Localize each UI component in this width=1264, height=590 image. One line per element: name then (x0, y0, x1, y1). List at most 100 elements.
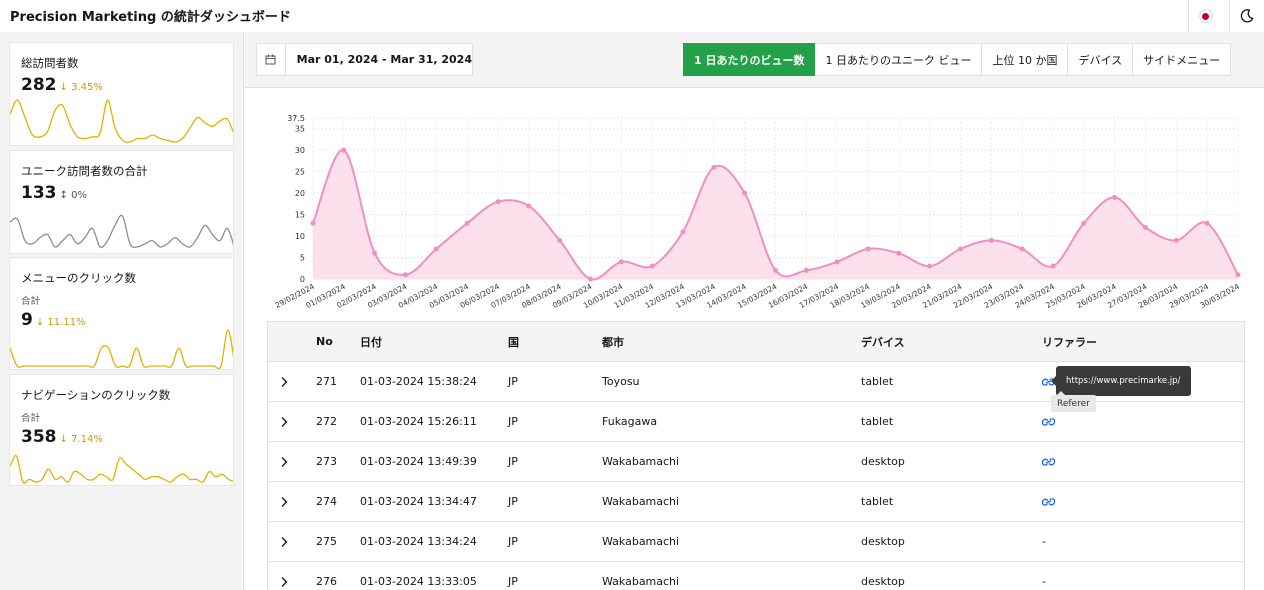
header-device[interactable]: デバイス (861, 322, 905, 361)
tab-daily-views[interactable]: 1 日あたりのビュー数 (683, 43, 816, 76)
data-point[interactable] (557, 237, 563, 243)
data-point[interactable] (372, 250, 378, 256)
y-tick-label: 20 (295, 189, 305, 198)
cell-city: Wakabamachi (602, 535, 680, 548)
data-point[interactable] (865, 246, 871, 252)
data-point[interactable] (433, 246, 439, 252)
cell-no: 271 (316, 375, 337, 388)
data-point[interactable] (1143, 224, 1148, 230)
header-city[interactable]: 都市 (602, 322, 624, 361)
row-expand-button[interactable] (280, 562, 288, 590)
table-body: 271 01-03-2024 15:38:24 JP Toyosu tablet 272 0… (268, 362, 1244, 590)
data-point[interactable] (803, 267, 809, 273)
data-point[interactable] (711, 164, 717, 170)
data-point[interactable] (649, 263, 655, 269)
header-date[interactable]: 日付 (360, 322, 382, 361)
cell-device: desktop (861, 575, 905, 588)
date-range-picker[interactable]: Mar 01, 2024 - Mar 31, 2024 (256, 43, 473, 76)
chevron-right-icon (281, 416, 288, 427)
data-point[interactable] (526, 203, 532, 209)
table-row[interactable]: 273 01-03-2024 13:49:39 JP Wakabamachi deskt… (268, 442, 1244, 482)
data-point[interactable] (495, 199, 501, 205)
data-point[interactable] (341, 147, 347, 153)
language-button[interactable] (1188, 0, 1222, 32)
data-point[interactable] (464, 220, 470, 226)
row-expand-button[interactable] (280, 482, 288, 521)
referrer-url-tooltip: https://www.precimarke.jp/ (1051, 366, 1191, 396)
y-tick-label: 30 (295, 146, 305, 155)
data-point[interactable] (403, 272, 408, 278)
cell-device: tablet (861, 495, 894, 508)
data-point[interactable] (1081, 220, 1087, 226)
y-tick-label: 10 (295, 232, 305, 241)
data-point[interactable] (958, 246, 963, 252)
chart-tabs: 1 日あたりのビュー数 1 日あたりのユニーク ビュー 上位 10 か国 デバイ… (683, 43, 1232, 76)
sparkline-path (10, 214, 233, 249)
referrer-link-icon[interactable] (1042, 442, 1055, 481)
japan-flag-icon (1198, 9, 1213, 23)
cell-city: Toyosu (602, 375, 640, 388)
row-expand-button[interactable] (280, 522, 288, 561)
sparkline (10, 214, 233, 249)
header-no[interactable]: No (316, 322, 333, 361)
tab-side-menu[interactable]: サイドメニュー (1133, 43, 1232, 76)
table-row[interactable]: 274 01-03-2024 13:34:47 JP Wakabamachi table… (268, 482, 1244, 522)
main-panel: Mar 01, 2024 - Mar 31, 2024 1 日あたりのビュー数 … (245, 32, 1264, 590)
data-point[interactable] (680, 229, 686, 235)
unique-visitors-card: ユニーク訪問者数の合計 133 ↕ 0% (9, 150, 234, 254)
cell-date: 01-03-2024 13:33:05 (360, 575, 477, 588)
cell-no: 273 (316, 455, 337, 468)
table-row[interactable]: 275 01-03-2024 13:34:24 JP Wakabamachi deskt… (268, 522, 1244, 562)
cell-city: Wakabamachi (602, 455, 680, 468)
menu-clicks-card: メニューのクリック数 合計 9 ↓ 11.11% (9, 257, 234, 370)
card-delta: ↕ 0% (59, 190, 87, 201)
row-expand-button[interactable] (280, 442, 288, 481)
card-value: 133 ↕ 0% (21, 183, 87, 203)
data-point[interactable] (310, 220, 316, 226)
app-title: Precision Marketing の統計ダッシュボード (10, 10, 291, 25)
tab-top-10-countries[interactable]: 上位 10 か国 (982, 43, 1069, 76)
data-point[interactable] (1204, 220, 1210, 226)
data-point[interactable] (1235, 272, 1241, 278)
data-point[interactable] (1173, 237, 1179, 243)
table-row[interactable]: 272 01-03-2024 15:26:11 JP Fukagawa tablet (268, 402, 1244, 442)
data-point[interactable] (988, 237, 994, 243)
card-subtitle: 合計 (21, 296, 41, 307)
header-country[interactable]: 国 (508, 322, 519, 361)
row-expand-button[interactable] (280, 362, 288, 401)
y-tick-label: 35 (295, 125, 305, 134)
card-delta: ↓ 7.14% (59, 434, 103, 445)
daily-views-chart: 0510152025303537.529/02/202401/03/202402… (274, 114, 1242, 310)
referrer-link-icon[interactable] (1042, 482, 1055, 521)
chevron-right-icon (281, 496, 288, 507)
table-row[interactable]: 276 01-03-2024 13:33:05 JP Wakabamachi deskt… (268, 562, 1244, 590)
data-point[interactable] (1019, 246, 1025, 252)
sparkline-path (10, 99, 233, 143)
data-point[interactable] (927, 263, 933, 269)
data-point[interactable] (742, 190, 748, 196)
tab-devices[interactable]: デバイス (1068, 43, 1134, 76)
card-title: ナビゲーションのクリック数 (21, 388, 171, 402)
tab-daily-unique-views[interactable]: 1 日あたりのユニーク ビュー (815, 43, 983, 76)
header-referrer[interactable]: リファラー (1042, 322, 1097, 361)
referrer-empty: - (1042, 575, 1046, 588)
cell-country: JP (508, 575, 518, 588)
sparkline-path (10, 329, 233, 369)
data-point[interactable] (896, 250, 902, 256)
calendar-icon (257, 44, 286, 75)
cell-country: JP (508, 495, 518, 508)
data-point[interactable] (588, 276, 593, 282)
data-point[interactable] (1050, 263, 1056, 269)
cell-date: 01-03-2024 13:34:47 (360, 495, 477, 508)
y-tick-label: 25 (295, 168, 305, 177)
data-point[interactable] (773, 267, 778, 273)
data-point[interactable] (618, 259, 624, 265)
data-point[interactable] (834, 259, 840, 265)
theme-toggle-button[interactable] (1229, 0, 1264, 32)
card-title: 総訪問者数 (21, 56, 79, 70)
data-point[interactable] (1112, 194, 1118, 200)
referrer-empty: - (1042, 535, 1046, 548)
arrow-up-down-icon: ↕ (59, 190, 68, 201)
row-expand-button[interactable] (280, 402, 288, 441)
y-tick-label: 37.5 (287, 114, 305, 123)
